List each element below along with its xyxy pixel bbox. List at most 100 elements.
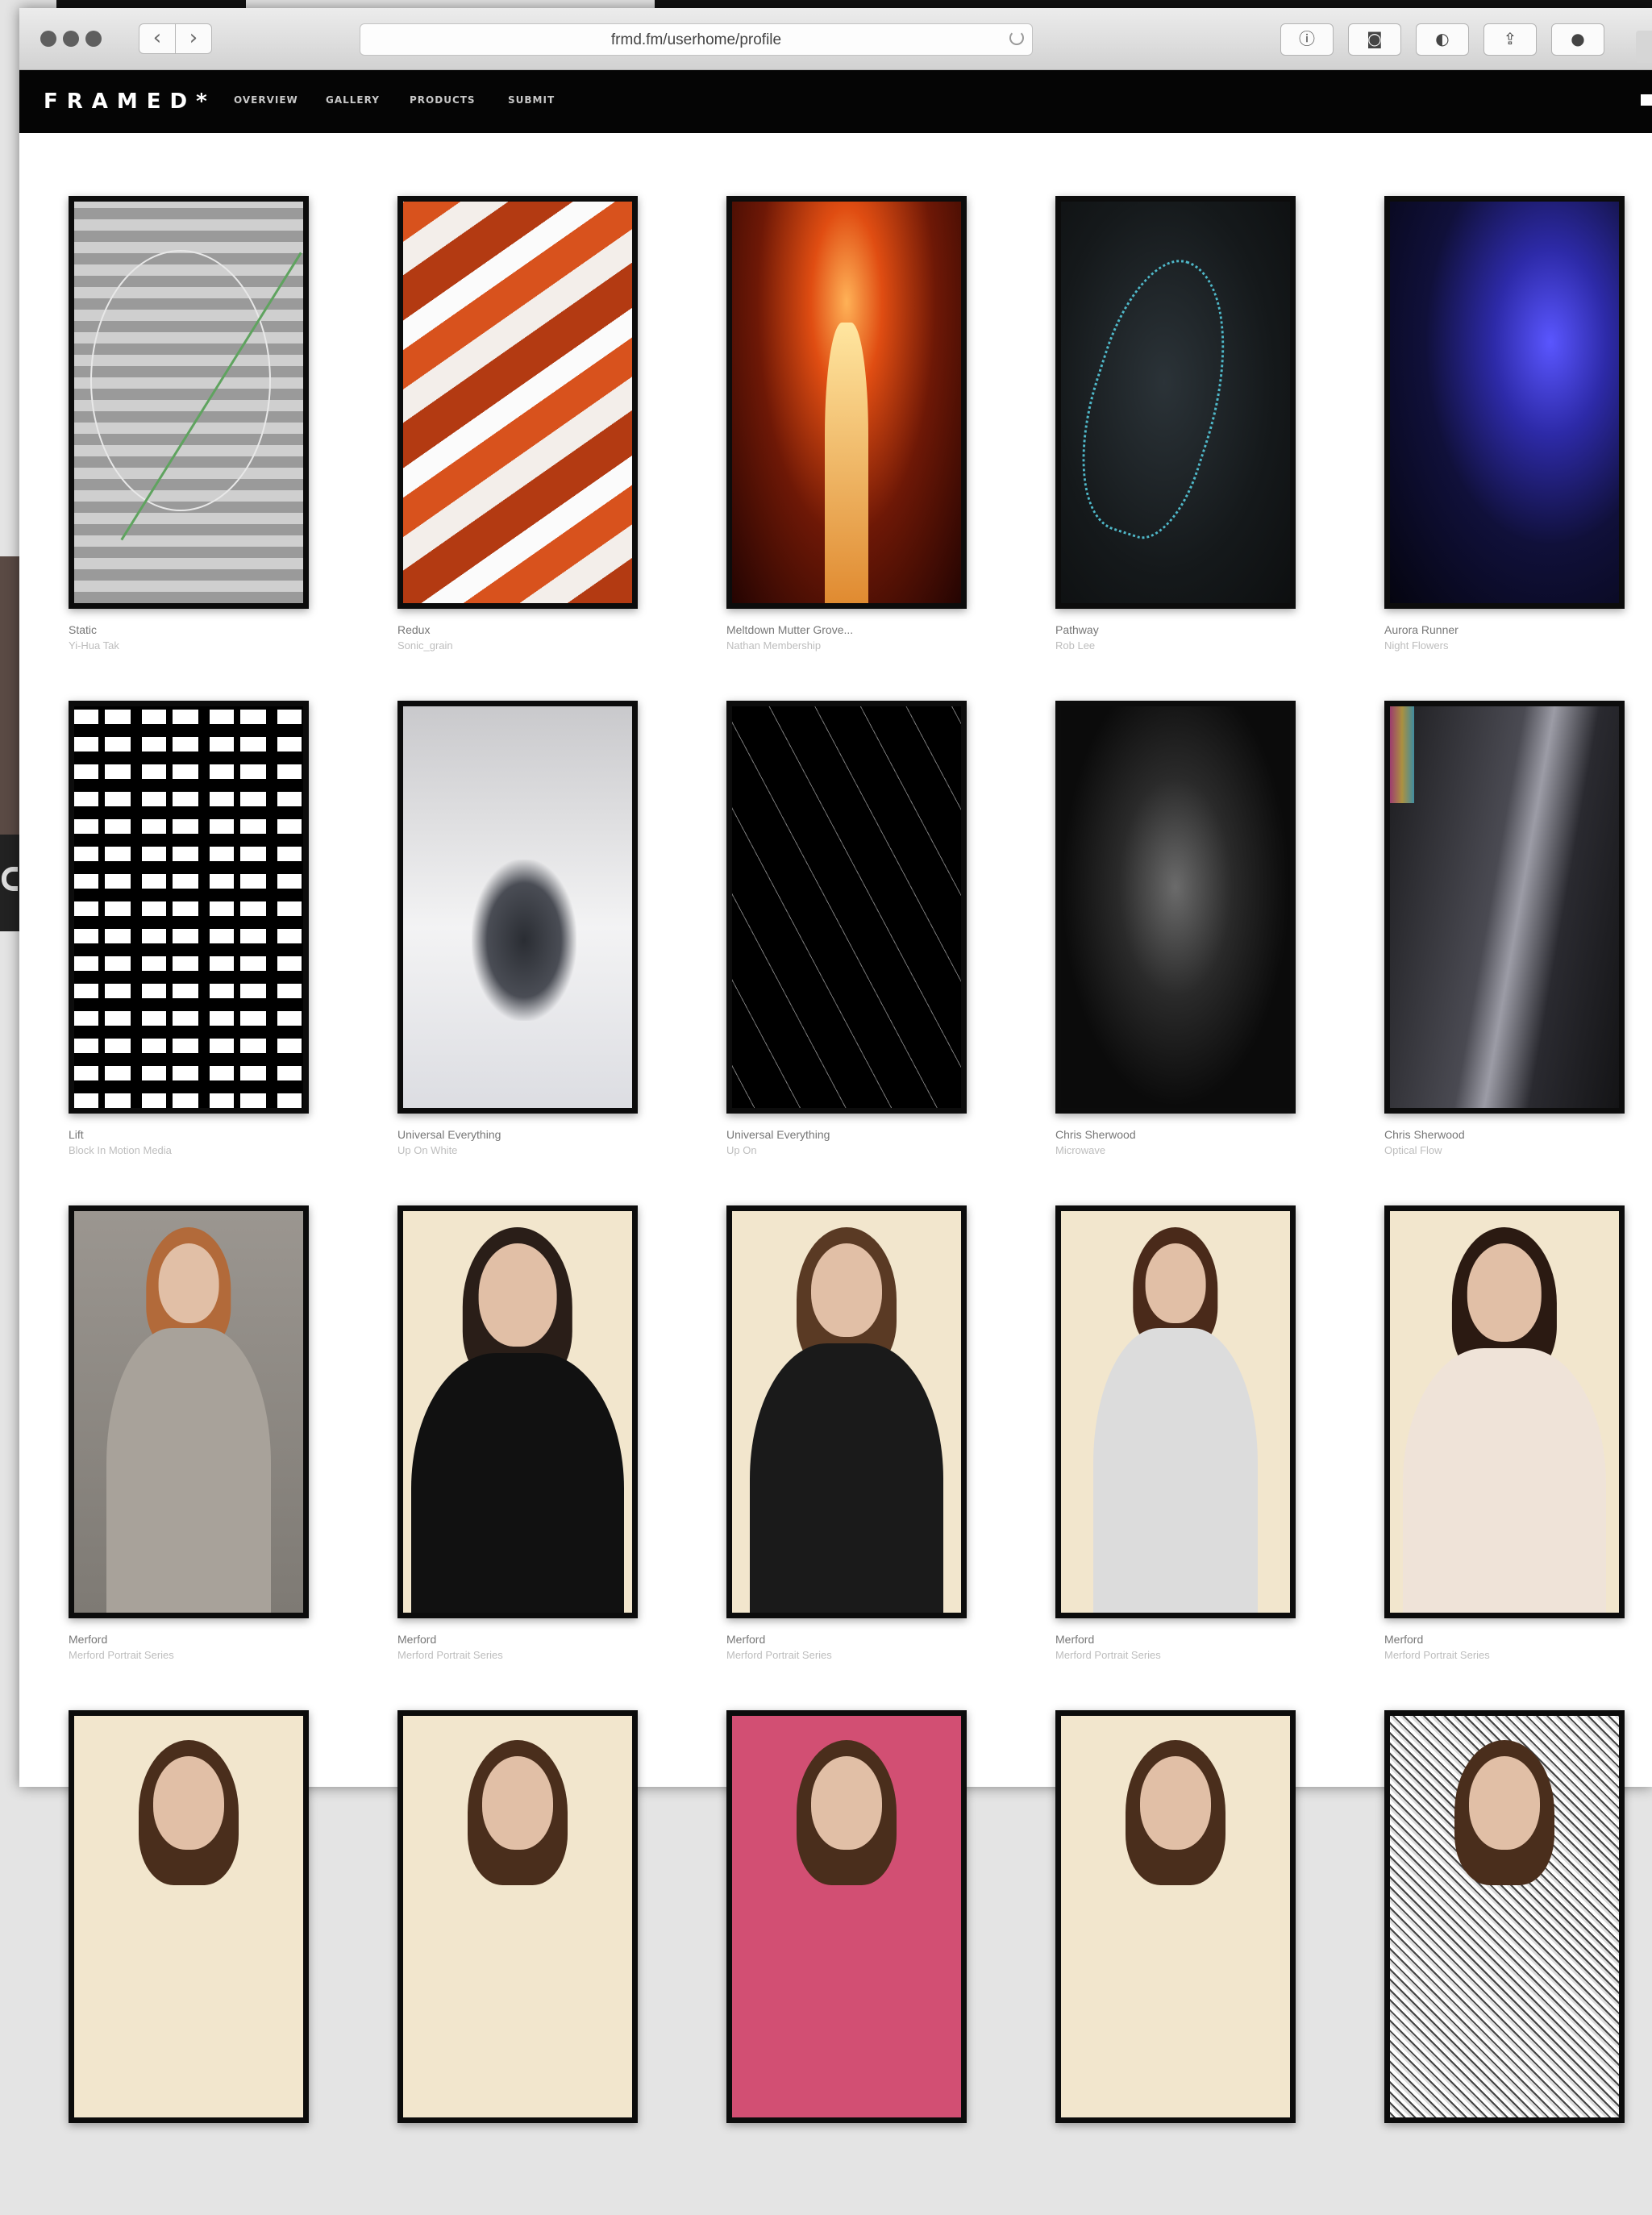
artwork-frame[interactable]: [397, 196, 638, 609]
nav-submit[interactable]: SUBMIT: [508, 94, 555, 106]
artwork-title[interactable]: Pathway: [1055, 623, 1296, 637]
pocket-button[interactable]: ◙: [1348, 23, 1401, 56]
artwork-frame[interactable]: [397, 1205, 638, 1618]
artwork-frame[interactable]: [1055, 1710, 1296, 2123]
artwork-artist[interactable]: Merford Portrait Series: [1384, 1649, 1625, 1662]
artwork-card[interactable]: Merford Merford Portrait Series: [1055, 1205, 1296, 1710]
artwork-artist[interactable]: Night Flowers: [1384, 639, 1625, 652]
artwork-card[interactable]: [1055, 1710, 1296, 2215]
share-button[interactable]: ⇪: [1483, 23, 1537, 56]
artwork-title[interactable]: Chris Sherwood: [1055, 1128, 1296, 1142]
nav-overview[interactable]: OVERVIEW: [234, 94, 298, 106]
artwork-artist[interactable]: Nathan Membership: [726, 639, 967, 652]
artwork-artist[interactable]: [726, 2154, 967, 2167]
nav-products[interactable]: PRODUCTS: [410, 94, 476, 106]
artwork-frame[interactable]: [1384, 196, 1625, 609]
artwork-frame[interactable]: [397, 1710, 638, 2123]
artwork-title[interactable]: [1055, 2138, 1296, 2151]
artwork-title[interactable]: Aurora Runner: [1384, 623, 1625, 637]
artwork-artist[interactable]: Sonic_grain: [397, 639, 638, 652]
artwork-card[interactable]: Static Yi-Hua Tak: [69, 196, 309, 701]
artwork-artist[interactable]: Merford Portrait Series: [726, 1649, 967, 1662]
artwork-artist[interactable]: Merford Portrait Series: [69, 1649, 309, 1662]
menu-icon[interactable]: [1641, 94, 1652, 106]
artwork-card[interactable]: [69, 1710, 309, 2215]
artwork-card[interactable]: Universal Everything Up On White: [397, 701, 638, 1205]
zoom-window-button[interactable]: [85, 31, 102, 47]
artwork-artist[interactable]: [397, 2154, 638, 2167]
artwork-card[interactable]: [726, 1710, 967, 2215]
artwork-frame[interactable]: [1384, 701, 1625, 1114]
artwork-frame[interactable]: [726, 196, 967, 609]
artwork-card[interactable]: Lift Block In Motion Media: [69, 701, 309, 1205]
artwork-card[interactable]: Meltdown Mutter Grove... Nathan Membershi…: [726, 196, 967, 701]
artwork-artist[interactable]: Optical Flow: [1384, 1144, 1625, 1157]
nav-gallery[interactable]: GALLERY: [326, 94, 380, 106]
artwork-title[interactable]: Lift: [69, 1128, 309, 1142]
artwork-frame[interactable]: [1055, 196, 1296, 609]
back-button[interactable]: ‹: [139, 23, 176, 54]
site-logo[interactable]: FRAMED*: [44, 90, 216, 114]
artwork-artist[interactable]: [1055, 2154, 1296, 2167]
artwork-card[interactable]: Chris Sherwood Microwave: [1055, 701, 1296, 1205]
artwork-title[interactable]: Merford: [726, 1633, 967, 1647]
artwork-title[interactable]: Static: [69, 623, 309, 637]
tab-overflow[interactable]: [1636, 31, 1652, 63]
artwork-artist[interactable]: Merford Portrait Series: [1055, 1649, 1296, 1662]
artwork-card[interactable]: [1384, 1710, 1625, 2215]
artwork-frame[interactable]: [1055, 1205, 1296, 1618]
artwork-frame[interactable]: [69, 1710, 309, 2123]
artwork-title[interactable]: Merford: [1384, 1633, 1625, 1647]
artwork-frame[interactable]: [726, 1710, 967, 2123]
artwork-card[interactable]: Universal Everything Up On: [726, 701, 967, 1205]
artwork-card[interactable]: [397, 1710, 638, 2215]
artwork-artist[interactable]: Up On: [726, 1144, 967, 1157]
minimize-window-button[interactable]: [63, 31, 79, 47]
forward-button[interactable]: ›: [175, 23, 212, 54]
artwork-frame[interactable]: [726, 701, 967, 1114]
artwork-artist[interactable]: [69, 2154, 309, 2167]
artwork-frame[interactable]: [1384, 1205, 1625, 1618]
onepassword-icon: ●: [1571, 29, 1585, 48]
artwork-card[interactable]: Merford Merford Portrait Series: [726, 1205, 967, 1710]
artwork-artist[interactable]: Up On White: [397, 1144, 638, 1157]
artwork-artist[interactable]: Merford Portrait Series: [397, 1649, 638, 1662]
artwork-title[interactable]: Merford: [69, 1633, 309, 1647]
artwork-title[interactable]: Meltdown Mutter Grove...: [726, 623, 967, 637]
artwork-card[interactable]: Aurora Runner Night Flowers: [1384, 196, 1625, 701]
artwork-title[interactable]: Universal Everything: [397, 1128, 638, 1142]
artwork-title[interactable]: [397, 2138, 638, 2151]
artwork-title[interactable]: [1384, 2138, 1625, 2151]
info-button[interactable]: ⓘ: [1280, 23, 1334, 56]
close-window-button[interactable]: [40, 31, 56, 47]
artwork-title[interactable]: Merford: [1055, 1633, 1296, 1647]
artwork-card[interactable]: Merford Merford Portrait Series: [1384, 1205, 1625, 1710]
artwork-title[interactable]: [726, 2138, 967, 2151]
artwork-artist[interactable]: [1384, 2154, 1625, 2167]
artwork-title[interactable]: Chris Sherwood: [1384, 1128, 1625, 1142]
artwork-artist[interactable]: Yi-Hua Tak: [69, 639, 309, 652]
artwork-title[interactable]: Merford: [397, 1633, 638, 1647]
artwork-card[interactable]: Pathway Rob Lee: [1055, 196, 1296, 701]
artwork-frame[interactable]: [69, 196, 309, 609]
artwork-card[interactable]: Chris Sherwood Optical Flow: [1384, 701, 1625, 1205]
artwork-artist[interactable]: Block In Motion Media: [69, 1144, 309, 1157]
artwork-card[interactable]: Merford Merford Portrait Series: [397, 1205, 638, 1710]
artwork-card[interactable]: Merford Merford Portrait Series: [69, 1205, 309, 1710]
artwork-artist[interactable]: Microwave: [1055, 1144, 1296, 1157]
onepassword-button[interactable]: ●: [1551, 23, 1604, 56]
artwork-frame[interactable]: [397, 701, 638, 1114]
artwork-frame[interactable]: [1384, 1710, 1625, 2123]
artwork-title[interactable]: Universal Everything: [726, 1128, 967, 1142]
artwork-title[interactable]: Redux: [397, 623, 638, 637]
reload-icon[interactable]: [1009, 31, 1024, 45]
theme-button[interactable]: ◐: [1416, 23, 1469, 56]
artwork-artist[interactable]: Rob Lee: [1055, 639, 1296, 652]
artwork-title[interactable]: [69, 2138, 309, 2151]
artwork-frame[interactable]: [69, 701, 309, 1114]
artwork-frame[interactable]: [69, 1205, 309, 1618]
artwork-frame[interactable]: [726, 1205, 967, 1618]
artwork-card[interactable]: Redux Sonic_grain: [397, 196, 638, 701]
artwork-frame[interactable]: [1055, 701, 1296, 1114]
address-bar[interactable]: frmd.fm/userhome/profile: [360, 23, 1033, 56]
